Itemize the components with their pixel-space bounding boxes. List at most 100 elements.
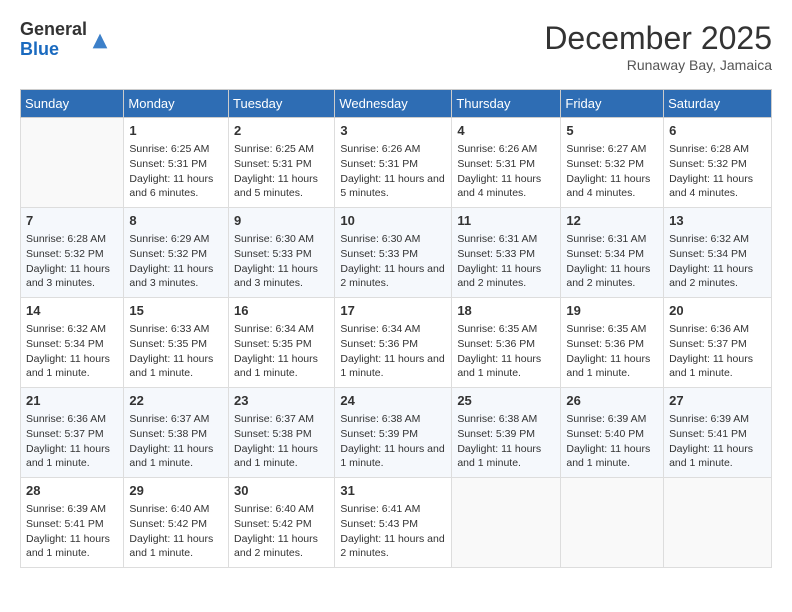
calendar-week-row: 7 Sunrise: 6:28 AM Sunset: 5:32 PM Dayli… (21, 208, 772, 298)
sunset-text: Sunset: 5:31 PM (340, 158, 418, 170)
day-number: 20 (669, 302, 766, 320)
calendar-cell: 16 Sunrise: 6:34 AM Sunset: 5:35 PM Dayl… (229, 298, 335, 388)
sunset-text: Sunset: 5:36 PM (340, 338, 418, 350)
calendar-cell: 12 Sunrise: 6:31 AM Sunset: 5:34 PM Dayl… (561, 208, 664, 298)
weekday-header: Wednesday (335, 90, 452, 118)
daylight-text: Daylight: 11 hours and 2 minutes. (234, 533, 318, 560)
day-number: 11 (457, 212, 555, 230)
month-title: December 2025 (544, 20, 772, 57)
calendar-cell: 9 Sunrise: 6:30 AM Sunset: 5:33 PM Dayli… (229, 208, 335, 298)
calendar-cell: 15 Sunrise: 6:33 AM Sunset: 5:35 PM Dayl… (124, 298, 229, 388)
day-number: 27 (669, 392, 766, 410)
sunset-text: Sunset: 5:32 PM (26, 248, 104, 260)
day-number: 13 (669, 212, 766, 230)
calendar-cell: 21 Sunrise: 6:36 AM Sunset: 5:37 PM Dayl… (21, 388, 124, 478)
page-header: General Blue December 2025 Runaway Bay, … (20, 20, 772, 73)
daylight-text: Daylight: 11 hours and 1 minute. (26, 353, 110, 380)
sunset-text: Sunset: 5:34 PM (669, 248, 747, 260)
day-number: 29 (129, 482, 223, 500)
sunrise-text: Sunrise: 6:32 AM (26, 323, 106, 335)
daylight-text: Daylight: 11 hours and 3 minutes. (26, 263, 110, 290)
sunset-text: Sunset: 5:39 PM (457, 428, 535, 440)
daylight-text: Daylight: 11 hours and 1 minute. (566, 443, 650, 470)
sunset-text: Sunset: 5:35 PM (234, 338, 312, 350)
calendar-cell: 29 Sunrise: 6:40 AM Sunset: 5:42 PM Dayl… (124, 478, 229, 568)
day-number: 10 (340, 212, 446, 230)
weekday-header: Saturday (664, 90, 772, 118)
calendar-cell: 4 Sunrise: 6:26 AM Sunset: 5:31 PM Dayli… (452, 118, 561, 208)
daylight-text: Daylight: 11 hours and 1 minute. (129, 353, 213, 380)
weekday-header: Friday (561, 90, 664, 118)
daylight-text: Daylight: 11 hours and 1 minute. (129, 443, 213, 470)
sunrise-text: Sunrise: 6:40 AM (129, 503, 209, 515)
calendar-cell: 26 Sunrise: 6:39 AM Sunset: 5:40 PM Dayl… (561, 388, 664, 478)
sunset-text: Sunset: 5:34 PM (26, 338, 104, 350)
daylight-text: Daylight: 11 hours and 4 minutes. (457, 173, 541, 200)
sunset-text: Sunset: 5:33 PM (234, 248, 312, 260)
sunset-text: Sunset: 5:39 PM (340, 428, 418, 440)
sunrise-text: Sunrise: 6:32 AM (669, 233, 749, 245)
sunset-text: Sunset: 5:36 PM (566, 338, 644, 350)
calendar-week-row: 28 Sunrise: 6:39 AM Sunset: 5:41 PM Dayl… (21, 478, 772, 568)
calendar-cell: 5 Sunrise: 6:27 AM Sunset: 5:32 PM Dayli… (561, 118, 664, 208)
calendar-cell: 18 Sunrise: 6:35 AM Sunset: 5:36 PM Dayl… (452, 298, 561, 388)
calendar-cell: 2 Sunrise: 6:25 AM Sunset: 5:31 PM Dayli… (229, 118, 335, 208)
sunset-text: Sunset: 5:37 PM (26, 428, 104, 440)
calendar-week-row: 1 Sunrise: 6:25 AM Sunset: 5:31 PM Dayli… (21, 118, 772, 208)
day-number: 24 (340, 392, 446, 410)
sunset-text: Sunset: 5:35 PM (129, 338, 207, 350)
calendar-cell: 8 Sunrise: 6:29 AM Sunset: 5:32 PM Dayli… (124, 208, 229, 298)
sunrise-text: Sunrise: 6:25 AM (234, 143, 314, 155)
calendar-cell: 25 Sunrise: 6:38 AM Sunset: 5:39 PM Dayl… (452, 388, 561, 478)
day-number: 22 (129, 392, 223, 410)
daylight-text: Daylight: 11 hours and 1 minute. (566, 353, 650, 380)
sunrise-text: Sunrise: 6:37 AM (129, 413, 209, 425)
sunrise-text: Sunrise: 6:35 AM (457, 323, 537, 335)
calendar-week-row: 14 Sunrise: 6:32 AM Sunset: 5:34 PM Dayl… (21, 298, 772, 388)
daylight-text: Daylight: 11 hours and 4 minutes. (566, 173, 650, 200)
day-number: 6 (669, 122, 766, 140)
sunset-text: Sunset: 5:33 PM (340, 248, 418, 260)
logo: General Blue (20, 20, 111, 60)
calendar-table: SundayMondayTuesdayWednesdayThursdayFrid… (20, 89, 772, 568)
sunrise-text: Sunrise: 6:31 AM (457, 233, 537, 245)
sunset-text: Sunset: 5:43 PM (340, 518, 418, 530)
calendar-cell: 27 Sunrise: 6:39 AM Sunset: 5:41 PM Dayl… (664, 388, 772, 478)
day-number: 18 (457, 302, 555, 320)
calendar-cell: 7 Sunrise: 6:28 AM Sunset: 5:32 PM Dayli… (21, 208, 124, 298)
calendar-cell: 23 Sunrise: 6:37 AM Sunset: 5:38 PM Dayl… (229, 388, 335, 478)
sunset-text: Sunset: 5:42 PM (129, 518, 207, 530)
sunrise-text: Sunrise: 6:34 AM (234, 323, 314, 335)
calendar-cell: 31 Sunrise: 6:41 AM Sunset: 5:43 PM Dayl… (335, 478, 452, 568)
calendar-cell: 28 Sunrise: 6:39 AM Sunset: 5:41 PM Dayl… (21, 478, 124, 568)
sunrise-text: Sunrise: 6:41 AM (340, 503, 420, 515)
weekday-header: Tuesday (229, 90, 335, 118)
sunrise-text: Sunrise: 6:28 AM (26, 233, 106, 245)
daylight-text: Daylight: 11 hours and 3 minutes. (129, 263, 213, 290)
daylight-text: Daylight: 11 hours and 2 minutes. (566, 263, 650, 290)
calendar-cell: 13 Sunrise: 6:32 AM Sunset: 5:34 PM Dayl… (664, 208, 772, 298)
sunset-text: Sunset: 5:41 PM (26, 518, 104, 530)
daylight-text: Daylight: 11 hours and 2 minutes. (340, 263, 444, 290)
daylight-text: Daylight: 11 hours and 1 minute. (129, 533, 213, 560)
weekday-header: Sunday (21, 90, 124, 118)
calendar-cell: 24 Sunrise: 6:38 AM Sunset: 5:39 PM Dayl… (335, 388, 452, 478)
sunrise-text: Sunrise: 6:27 AM (566, 143, 646, 155)
daylight-text: Daylight: 11 hours and 1 minute. (26, 533, 110, 560)
day-number: 25 (457, 392, 555, 410)
day-number: 19 (566, 302, 658, 320)
day-number: 8 (129, 212, 223, 230)
day-number: 23 (234, 392, 329, 410)
calendar-cell: 3 Sunrise: 6:26 AM Sunset: 5:31 PM Dayli… (335, 118, 452, 208)
sunrise-text: Sunrise: 6:39 AM (566, 413, 646, 425)
day-number: 30 (234, 482, 329, 500)
sunrise-text: Sunrise: 6:31 AM (566, 233, 646, 245)
calendar-cell: 10 Sunrise: 6:30 AM Sunset: 5:33 PM Dayl… (335, 208, 452, 298)
daylight-text: Daylight: 11 hours and 1 minute. (26, 443, 110, 470)
sunrise-text: Sunrise: 6:34 AM (340, 323, 420, 335)
sunset-text: Sunset: 5:34 PM (566, 248, 644, 260)
sunrise-text: Sunrise: 6:39 AM (669, 413, 749, 425)
sunset-text: Sunset: 5:31 PM (457, 158, 535, 170)
day-number: 12 (566, 212, 658, 230)
calendar-cell: 11 Sunrise: 6:31 AM Sunset: 5:33 PM Dayl… (452, 208, 561, 298)
